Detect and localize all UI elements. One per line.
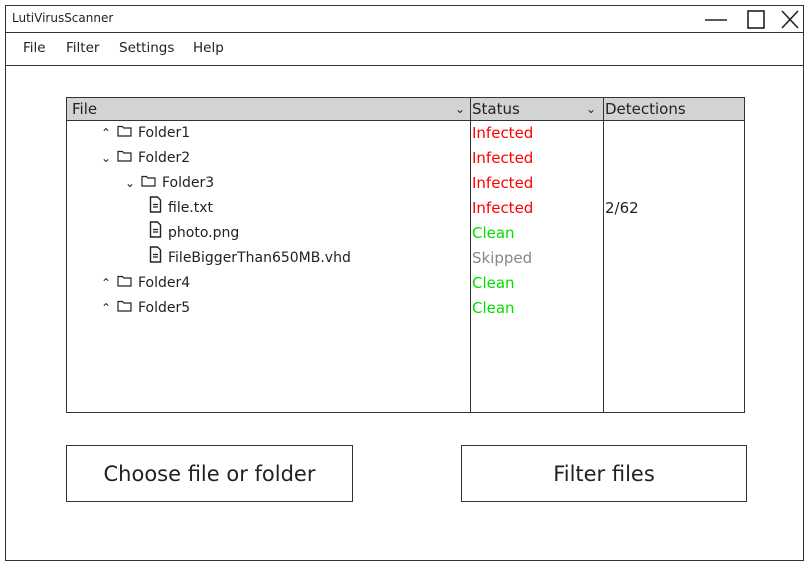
column-label-file: File	[72, 100, 98, 118]
table-row[interactable]: ⌃ Folder5 Clean	[67, 296, 744, 321]
file-cell: ⌃ Folder5	[99, 296, 190, 321]
table-row[interactable]: ⌃ Folder1 Infected	[67, 121, 744, 146]
maximize-icon	[747, 10, 765, 29]
folder-icon	[117, 146, 132, 171]
minimize-button[interactable]	[703, 8, 729, 30]
status-cell: Infected	[472, 199, 534, 217]
table-row[interactable]: file.txt Infected 2/62	[67, 195, 744, 222]
chevron-up-icon[interactable]: ⌃	[99, 271, 113, 296]
choose-file-or-folder-button[interactable]: Choose file or folder	[66, 445, 353, 502]
column-label-status: Status	[472, 100, 520, 118]
status-cell: Clean	[472, 274, 515, 292]
menu-settings[interactable]: Settings	[119, 40, 174, 56]
table-row[interactable]: ⌃ Folder4 Clean	[67, 271, 744, 296]
menu-filter[interactable]: Filter	[66, 40, 99, 56]
column-header-status[interactable]: Status ⌄	[470, 98, 603, 120]
filter-files-button[interactable]: Filter files	[461, 445, 747, 502]
file-name: FileBiggerThan650MB.vhd	[168, 250, 351, 266]
file-cell: file.txt	[149, 195, 214, 222]
file-name: Folder2	[138, 150, 191, 166]
chevron-down-icon[interactable]: ⌄	[99, 146, 113, 171]
menu-bar: File Filter Settings Help	[6, 32, 803, 66]
file-cell: FileBiggerThan650MB.vhd	[149, 245, 351, 272]
window-title: LutiVirusScanner	[12, 11, 114, 25]
column-label-detections: Detections	[605, 100, 686, 118]
file-icon	[149, 220, 162, 247]
file-name: Folder4	[138, 275, 191, 291]
column-header-detections[interactable]: Detections	[603, 98, 744, 120]
chevron-down-icon[interactable]: ⌄	[586, 98, 596, 120]
folder-icon	[141, 171, 156, 196]
menu-help[interactable]: Help	[193, 40, 224, 56]
column-header-file[interactable]: File ⌄	[67, 98, 470, 120]
app-window: LutiVirusScanner File Filter Settings He…	[5, 5, 804, 561]
file-name: photo.png	[168, 225, 240, 241]
minimize-icon	[705, 19, 727, 21]
close-button[interactable]	[777, 8, 803, 30]
chevron-up-icon[interactable]: ⌃	[99, 296, 113, 321]
folder-icon	[117, 271, 132, 296]
folder-icon	[117, 296, 132, 321]
table-header: File ⌄ Status ⌄ Detections	[67, 98, 744, 121]
file-name: Folder1	[138, 125, 191, 141]
status-cell: Infected	[472, 149, 534, 167]
file-name: Folder3	[162, 175, 215, 191]
table-row[interactable]: ⌄ Folder3 Infected	[67, 171, 744, 196]
chevron-down-icon[interactable]: ⌄	[123, 171, 137, 196]
folder-icon	[117, 121, 132, 146]
file-cell: ⌄ Folder3	[123, 171, 214, 196]
close-icon	[781, 10, 799, 29]
file-cell: ⌃ Folder4	[99, 271, 190, 296]
file-name: file.txt	[168, 200, 214, 216]
status-cell: Clean	[472, 224, 515, 242]
status-cell: Infected	[472, 174, 534, 192]
table-row[interactable]: ⌄ Folder2 Infected	[67, 146, 744, 171]
chevron-down-icon[interactable]: ⌄	[455, 98, 465, 120]
file-icon	[149, 195, 162, 222]
scan-results-table: File ⌄ Status ⌄ Detections ⌃ Folder1 Infec…	[66, 97, 745, 413]
file-name: Folder5	[138, 300, 191, 316]
chevron-up-icon[interactable]: ⌃	[99, 121, 113, 146]
file-icon	[149, 245, 162, 272]
file-cell: ⌃ Folder1	[99, 121, 190, 146]
file-cell: ⌄ Folder2	[99, 146, 190, 171]
status-cell: Skipped	[472, 249, 533, 267]
maximize-button[interactable]	[743, 8, 769, 30]
status-cell: Infected	[472, 124, 534, 142]
menu-file[interactable]: File	[23, 40, 46, 56]
title-bar: LutiVirusScanner	[6, 6, 803, 32]
table-row[interactable]: FileBiggerThan650MB.vhd Skipped	[67, 245, 744, 272]
status-cell: Clean	[472, 299, 515, 317]
detections-cell: 2/62	[605, 199, 639, 217]
file-cell: photo.png	[149, 220, 240, 247]
table-row[interactable]: photo.png Clean	[67, 220, 744, 247]
